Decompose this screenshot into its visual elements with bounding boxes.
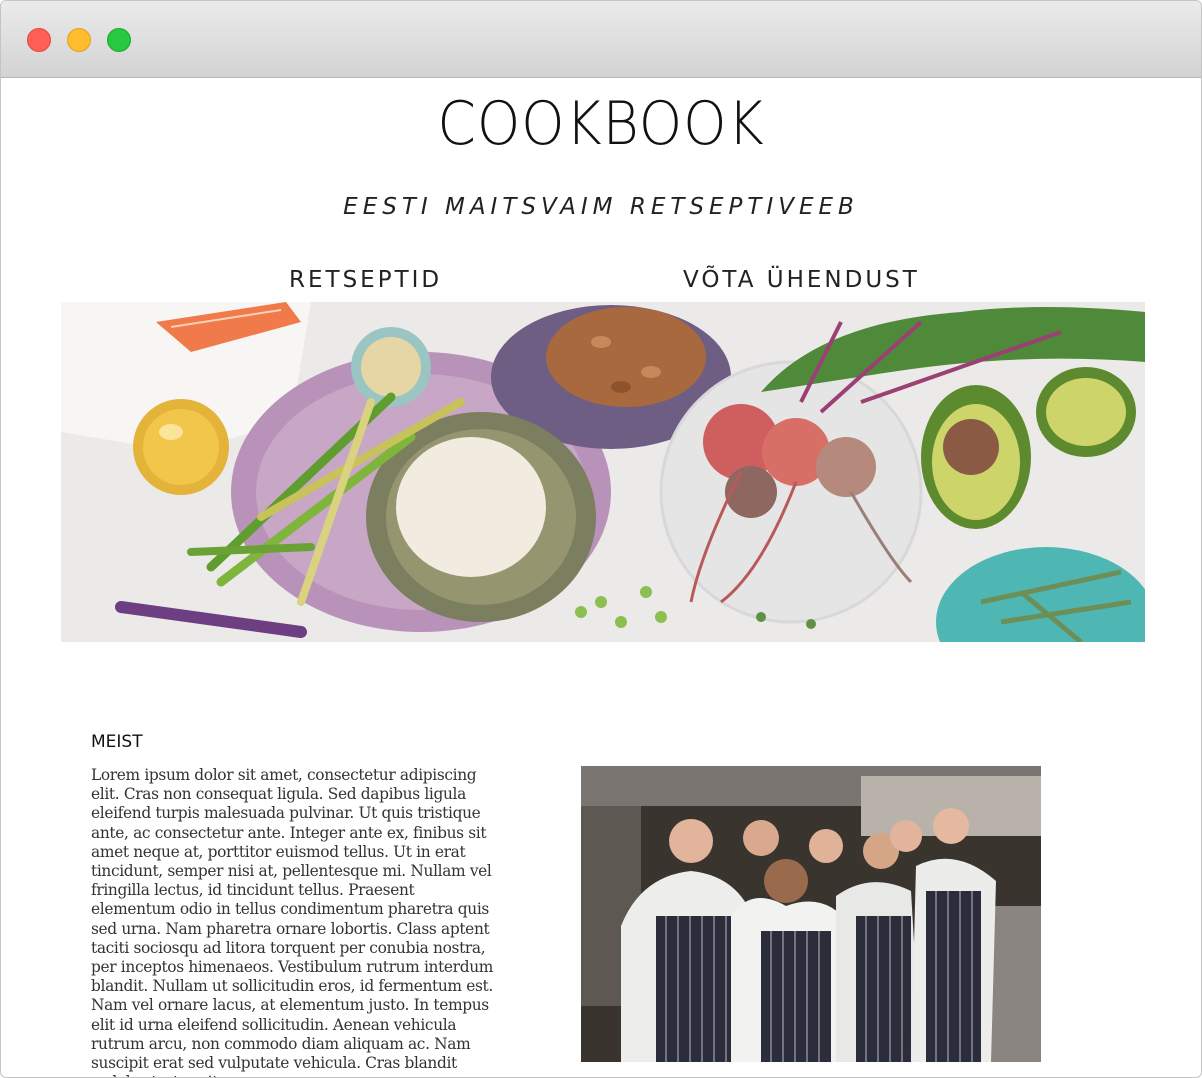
maximize-window-button[interactable] xyxy=(107,28,131,52)
nav-link-contact[interactable]: VÕTA ÜHENDUST xyxy=(683,265,920,295)
about-heading: MEIST xyxy=(91,732,143,752)
about-text: Lorem ipsum dolor sit amet, consectetur … xyxy=(91,766,493,1077)
nav-link-recipes[interactable]: RETSEPTID xyxy=(289,265,442,295)
hero-food-image xyxy=(61,302,1145,642)
window-titlebar xyxy=(1,1,1201,78)
team-photo xyxy=(581,766,1041,1062)
site-tagline: EESTI MAITSVAIM RETSEPTIVEEB xyxy=(343,194,859,220)
close-window-button[interactable] xyxy=(27,28,51,52)
browser-window: COOKBOOK EESTI MAITSVAIM RETSEPTIVEEB RE… xyxy=(0,0,1202,1078)
minimize-window-button[interactable] xyxy=(67,28,91,52)
site-title[interactable]: COOKBOOK xyxy=(49,88,1153,160)
page-content: COOKBOOK EESTI MAITSVAIM RETSEPTIVEEB RE… xyxy=(1,78,1201,1077)
